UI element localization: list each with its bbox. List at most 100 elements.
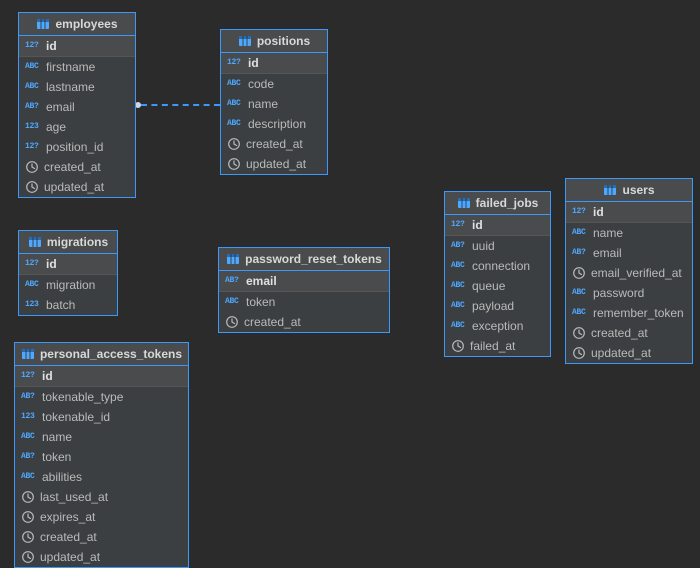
table-header[interactable]: employees	[19, 13, 135, 36]
column-name: updated_at	[44, 180, 104, 194]
text-type-icon: ABC	[451, 279, 467, 293]
column-id[interactable]: 12?id	[19, 36, 135, 57]
column-updated-at[interactable]: updated_at	[19, 177, 135, 197]
column-created-at[interactable]: created_at	[566, 323, 692, 343]
column-batch[interactable]: 123batch	[19, 295, 117, 315]
column-firstname[interactable]: ABCfirstname	[19, 57, 135, 77]
text-indexed-type-icon: AB?	[225, 274, 241, 288]
column-name: created_at	[246, 137, 303, 151]
column-created-at[interactable]: created_at	[219, 312, 389, 332]
column-name: id	[472, 218, 483, 232]
column-migration[interactable]: ABCmigration	[19, 275, 117, 295]
column-id[interactable]: 12?id	[566, 202, 692, 223]
column-name[interactable]: ABC name	[15, 427, 188, 447]
column-description[interactable]: ABCdescription	[221, 114, 327, 134]
clock-icon	[25, 160, 39, 174]
column-created-at[interactable]: created_at	[221, 134, 327, 154]
column-id[interactable]: 12?id	[15, 366, 188, 387]
text-type-icon: ABC	[225, 295, 241, 309]
table-header[interactable]: personal_access_tokens	[15, 343, 188, 366]
text-type-icon: ABC	[227, 97, 243, 111]
table-title: password_reset_tokens	[245, 252, 382, 266]
text-indexed-type-icon: AB?	[572, 246, 588, 260]
column-connection[interactable]: ABCconnection	[445, 256, 550, 276]
column-email-verified-at[interactable]: email_verified_at	[566, 263, 692, 283]
pk-int-type-icon: 12?	[21, 369, 37, 383]
table-password-reset-tokens[interactable]: password_reset_tokens AB?email ABCtoken …	[218, 247, 390, 333]
column-name[interactable]: ABCname	[566, 223, 692, 243]
column-name[interactable]: ABC name	[221, 94, 327, 114]
text-indexed-type-icon: AB?	[21, 390, 37, 404]
clock-icon	[227, 137, 241, 151]
column-name: connection	[472, 259, 530, 273]
column-updated-at[interactable]: updated_at	[566, 343, 692, 363]
column-name: position_id	[46, 140, 103, 154]
column-uuid[interactable]: AB?uuid	[445, 236, 550, 256]
table-title: failed_jobs	[476, 196, 539, 210]
table-title: employees	[55, 17, 117, 31]
clock-icon	[21, 550, 35, 564]
column-password[interactable]: ABC password	[566, 283, 692, 303]
column-updated-at[interactable]: updated_at	[221, 154, 327, 174]
int-type-icon: 123	[25, 120, 41, 134]
column-updated-at[interactable]: updated_at	[15, 547, 188, 567]
column-id[interactable]: 12? id	[445, 215, 550, 236]
relation-line-employees-positions	[141, 104, 220, 106]
column-created-at[interactable]: created_at	[19, 157, 135, 177]
column-name: password	[593, 286, 644, 300]
column-name: created_at	[244, 315, 301, 329]
column-name: firstname	[46, 60, 95, 74]
pk-int-type-icon: 12?	[451, 218, 467, 232]
column-id[interactable]: 12?id	[19, 254, 117, 275]
text-type-icon: ABC	[21, 430, 37, 444]
table-header[interactable]: password_reset_tokens	[219, 248, 389, 271]
int-type-icon: 123	[25, 298, 41, 312]
table-failed-jobs[interactable]: failed_jobs 12?id AB?uuid ABCconnection …	[444, 191, 551, 357]
column-token[interactable]: AB?token	[15, 447, 188, 467]
column-last-used-at[interactable]: last_used_at	[15, 487, 188, 507]
text-indexed-type-icon: AB?	[451, 239, 467, 253]
column-name: name	[248, 97, 278, 111]
column-exception[interactable]: ABCexception	[445, 316, 550, 336]
table-employees[interactable]: employees 12?id ABCfirstname ABC lastname…	[18, 12, 136, 198]
column-id[interactable]: 12?id	[221, 53, 327, 74]
table-header[interactable]: migrations	[19, 231, 117, 254]
column-tokenable-type[interactable]: AB?tokenable_type	[15, 387, 188, 407]
column-name: updated_at	[40, 550, 100, 564]
table-personal-access-tokens[interactable]: personal_access_tokens 12?id AB?tokenabl…	[14, 342, 189, 568]
column-email[interactable]: AB?email	[566, 243, 692, 263]
column-email[interactable]: AB?email	[219, 271, 389, 292]
column-queue[interactable]: ABCqueue	[445, 276, 550, 296]
table-header[interactable]: users	[566, 179, 692, 202]
table-icon	[226, 252, 240, 266]
column-failed-at[interactable]: failed_at	[445, 336, 550, 356]
table-header[interactable]: failed_jobs	[445, 192, 550, 215]
column-code[interactable]: ABCcode	[221, 74, 327, 94]
table-header[interactable]: positions	[221, 30, 327, 53]
text-type-icon: ABC	[572, 286, 588, 300]
clock-icon	[21, 510, 35, 524]
column-name: description	[248, 117, 306, 131]
column-payload[interactable]: ABCpayload	[445, 296, 550, 316]
column-name: lastname	[46, 80, 95, 94]
pk-int-type-icon: 12?	[25, 257, 41, 271]
column-age[interactable]: 123age	[19, 117, 135, 137]
table-users[interactable]: users 12?id ABCname AB?email email_verif…	[565, 178, 693, 364]
table-migrations[interactable]: migrations 12?id ABCmigration 123batch	[18, 230, 118, 316]
pk-int-type-icon: 12?	[227, 56, 243, 70]
text-type-icon: ABC	[25, 80, 41, 94]
column-remember-token[interactable]: ABCremember_token	[566, 303, 692, 323]
clock-icon	[572, 326, 586, 340]
text-type-icon: ABC	[451, 319, 467, 333]
column-name: tokenable_id	[42, 410, 110, 424]
column-tokenable-id[interactable]: 123tokenable_id	[15, 407, 188, 427]
table-positions[interactable]: positions 12?id ABCcode ABC name ABCdescr…	[220, 29, 328, 175]
column-position-id[interactable]: 12?position_id	[19, 137, 135, 157]
column-name: name	[42, 430, 72, 444]
column-lastname[interactable]: ABC lastname	[19, 77, 135, 97]
column-created-at[interactable]: created_at	[15, 527, 188, 547]
column-token[interactable]: ABCtoken	[219, 292, 389, 312]
column-expires-at[interactable]: expires_at	[15, 507, 188, 527]
column-email[interactable]: AB?email	[19, 97, 135, 117]
column-abilities[interactable]: ABCabilities	[15, 467, 188, 487]
